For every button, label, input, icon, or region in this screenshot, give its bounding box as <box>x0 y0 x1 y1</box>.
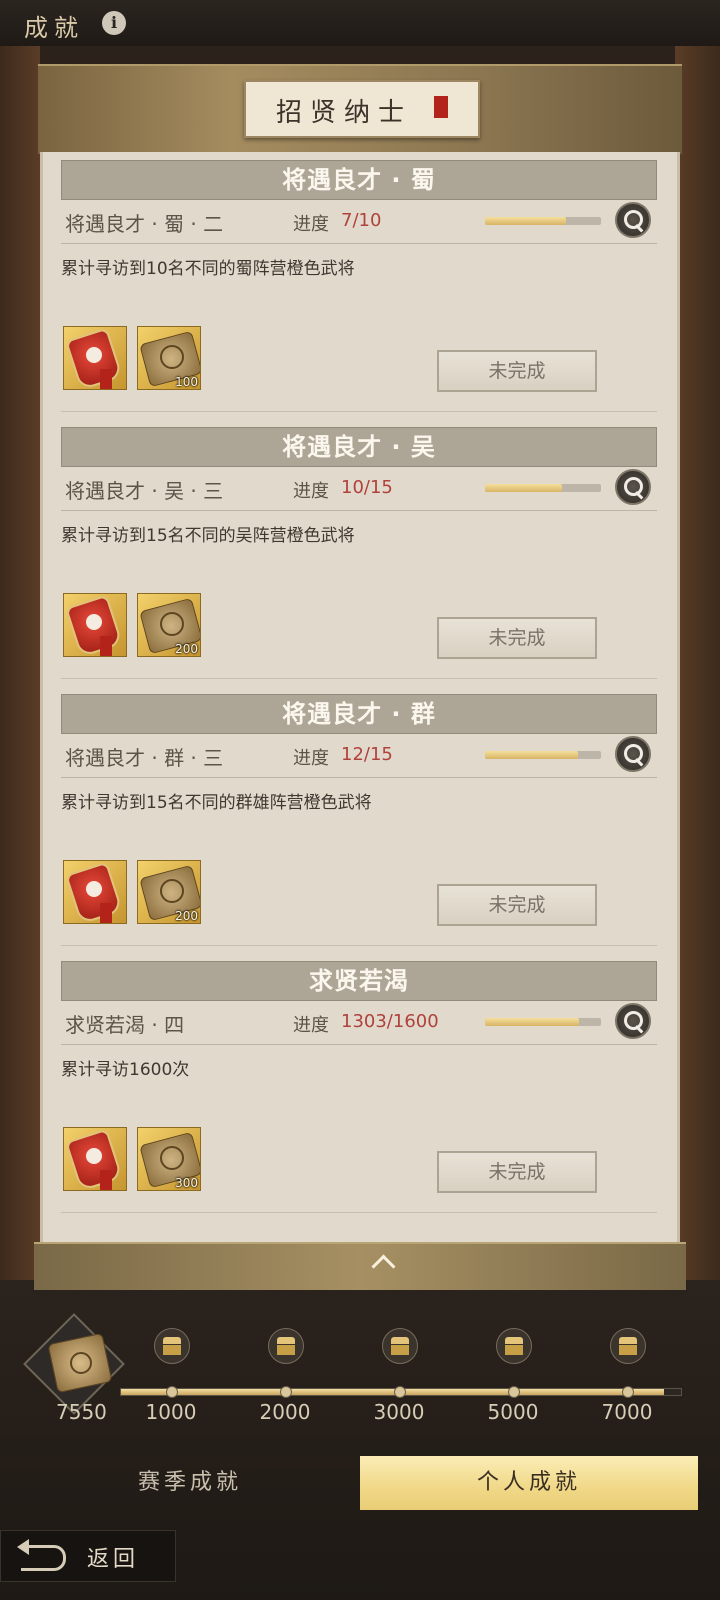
reward-count: 300 <box>175 1176 198 1190</box>
divider <box>61 510 657 511</box>
status-button[interactable]: 未完成 <box>437 350 597 392</box>
milestone-label: 7000 <box>601 1400 653 1424</box>
progress-value: 12/15 <box>341 744 393 765</box>
scroll-icon[interactable]: 200 <box>137 860 201 924</box>
banner-title: 招贤纳士 <box>276 98 413 128</box>
divider <box>61 411 657 412</box>
progress-bar <box>485 751 601 759</box>
card-subtitle: 将遇良才 · 吴 · 三 <box>65 479 224 503</box>
divider <box>61 243 657 244</box>
progress-bar <box>485 1018 601 1026</box>
info-icon[interactable]: i <box>102 11 126 35</box>
progress-value: 7/10 <box>341 210 382 231</box>
chest-icon[interactable] <box>610 1328 646 1364</box>
divider <box>61 1044 657 1045</box>
divider <box>61 945 657 946</box>
achievement-card: 将遇良才 · 群 将遇良才 · 群 · 三 进度 12/15 累计寻访到15名不… <box>61 694 657 966</box>
scroll-seal-icon <box>70 1352 92 1374</box>
progress-bar-fill <box>485 217 567 225</box>
achievement-list[interactable]: 将遇良才 · 蜀 将遇良才 · 蜀 · 二 进度 7/10 累计寻访到10名不同… <box>40 152 680 1242</box>
card-subtitle: 将遇良才 · 蜀 · 二 <box>65 212 224 236</box>
status-button[interactable]: 未完成 <box>437 1151 597 1193</box>
status-button[interactable]: 未完成 <box>437 884 597 926</box>
tab-season-achievements[interactable]: 赛季成就 <box>30 1456 350 1510</box>
scroll-icon[interactable]: 300 <box>137 1127 201 1191</box>
progress-bar <box>485 484 601 492</box>
collapse-bar[interactable] <box>34 1242 686 1290</box>
red-seal-icon <box>434 96 448 118</box>
tab-personal-achievements[interactable]: 个人成就 <box>360 1456 698 1510</box>
score-value: 7550 <box>56 1400 107 1424</box>
achievement-card: 将遇良才 · 吴 将遇良才 · 吴 · 三 进度 10/15 累计寻访到15名不… <box>61 427 657 699</box>
token-icon[interactable] <box>63 860 127 924</box>
chest-icon[interactable] <box>268 1328 304 1364</box>
back-button[interactable]: 返回 <box>0 1530 176 1582</box>
reward-count: 200 <box>175 642 198 656</box>
milestone-label: 2000 <box>259 1400 311 1424</box>
scroll-icon[interactable]: 100 <box>137 326 201 390</box>
milestone-label: 1000 <box>145 1400 197 1424</box>
progress-label: 进度 <box>293 1015 329 1036</box>
token-icon[interactable] <box>63 593 127 657</box>
milestone-dot <box>394 1386 406 1398</box>
progress-value: 10/15 <box>341 477 393 498</box>
milestone-label: 3000 <box>373 1400 425 1424</box>
milestone-dot <box>622 1386 634 1398</box>
progress-bar <box>485 217 601 225</box>
token-icon[interactable] <box>63 1127 127 1191</box>
progress-value: 1303/1600 <box>341 1011 439 1032</box>
search-icon[interactable] <box>615 202 651 238</box>
background-left <box>0 40 40 1280</box>
milestone-dot <box>508 1386 520 1398</box>
reward-count: 100 <box>175 375 198 389</box>
milestone-progress-fill <box>121 1389 665 1395</box>
achievement-card: 将遇良才 · 蜀 将遇良才 · 蜀 · 二 进度 7/10 累计寻访到10名不同… <box>61 160 657 432</box>
card-subtitle: 将遇良才 · 群 · 三 <box>65 746 224 770</box>
progress-label: 进度 <box>293 748 329 769</box>
divider <box>61 777 657 778</box>
banner-plaque: 招贤纳士 <box>244 80 480 138</box>
search-icon[interactable] <box>615 736 651 772</box>
card-description: 累计寻访到15名不同的吴阵营橙色武将 <box>61 526 355 546</box>
progress-label: 进度 <box>293 214 329 235</box>
card-description: 累计寻访到10名不同的蜀阵营橙色武将 <box>61 259 355 279</box>
back-curve-icon <box>21 1545 66 1571</box>
progress-bar-fill <box>485 751 578 759</box>
chest-icon[interactable] <box>382 1328 418 1364</box>
chevron-up-icon <box>371 1254 396 1279</box>
page-title: 成就 <box>24 14 84 42</box>
progress-label: 进度 <box>293 481 329 502</box>
divider <box>61 1212 657 1213</box>
token-icon[interactable] <box>63 326 127 390</box>
progress-bar-fill <box>485 484 563 492</box>
card-heading: 将遇良才 · 蜀 <box>61 160 657 200</box>
card-subtitle: 求贤若渴 · 四 <box>65 1013 185 1037</box>
progress-bar-fill <box>485 1018 580 1026</box>
achievement-card: 求贤若渴 求贤若渴 · 四 进度 1303/1600 累计寻访1600次 300… <box>61 961 657 1233</box>
card-description: 累计寻访1600次 <box>61 1060 190 1080</box>
scroll-icon[interactable]: 200 <box>137 593 201 657</box>
milestone-label: 5000 <box>487 1400 539 1424</box>
milestone-dot <box>166 1386 178 1398</box>
reward-count: 200 <box>175 909 198 923</box>
card-heading: 将遇良才 · 群 <box>61 694 657 734</box>
milestone-dot <box>280 1386 292 1398</box>
search-icon[interactable] <box>615 1003 651 1039</box>
chest-icon[interactable] <box>496 1328 532 1364</box>
divider <box>61 678 657 679</box>
chest-icon[interactable] <box>154 1328 190 1364</box>
search-icon[interactable] <box>615 469 651 505</box>
card-heading: 将遇良才 · 吴 <box>61 427 657 467</box>
background-right <box>675 40 720 1280</box>
card-description: 累计寻访到15名不同的群雄阵营橙色武将 <box>61 793 372 813</box>
milestone-track: 7550 1000 2000 3000 5000 7000 <box>0 1313 720 1430</box>
status-button[interactable]: 未完成 <box>437 617 597 659</box>
card-heading: 求贤若渴 <box>61 961 657 1001</box>
back-label: 返回 <box>87 1547 140 1572</box>
top-bar: 成就 i <box>0 0 720 46</box>
